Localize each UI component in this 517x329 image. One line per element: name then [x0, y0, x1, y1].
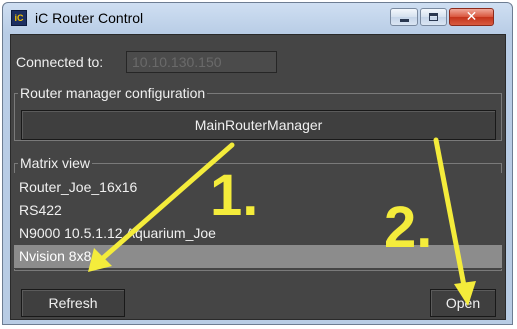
list-item-router-joe[interactable]: Router_Joe_16x16 [14, 176, 502, 199]
router-manager-legend: Router manager configuration [18, 85, 208, 101]
minimize-button[interactable] [390, 8, 418, 26]
connected-to-label: Connected to: [16, 54, 104, 70]
refresh-button[interactable]: Refresh [21, 289, 125, 317]
list-item-rs422[interactable]: RS422 [14, 199, 502, 222]
list-item-n9000[interactable]: N9000 10.5.1.12 Aquarium_Joe [14, 222, 502, 245]
title-bar[interactable]: iC iC Router Control ✕ [3, 3, 512, 33]
matrix-view-legend: Matrix view [18, 155, 93, 171]
close-icon: ✕ [465, 9, 478, 25]
open-button[interactable]: Open [430, 289, 496, 317]
maximize-button[interactable] [420, 8, 447, 26]
minimize-icon [400, 19, 409, 22]
list-item-nvision-selected[interactable]: Nvision 8x8 [14, 245, 502, 268]
app-window: iC iC Router Control ✕ Connected to: Rou… [2, 2, 513, 325]
window-title: iC Router Control [35, 10, 144, 26]
ip-address-field[interactable] [126, 51, 277, 73]
main-panel: Connected to: Router manager configurati… [10, 34, 506, 320]
app-logo-icon: iC [11, 10, 27, 26]
close-button[interactable]: ✕ [449, 8, 494, 26]
matrix-list[interactable]: Router_Joe_16x16 RS422 N9000 10.5.1.12 A… [14, 173, 502, 269]
main-router-manager-button[interactable]: MainRouterManager [21, 110, 496, 140]
maximize-icon [429, 13, 438, 21]
